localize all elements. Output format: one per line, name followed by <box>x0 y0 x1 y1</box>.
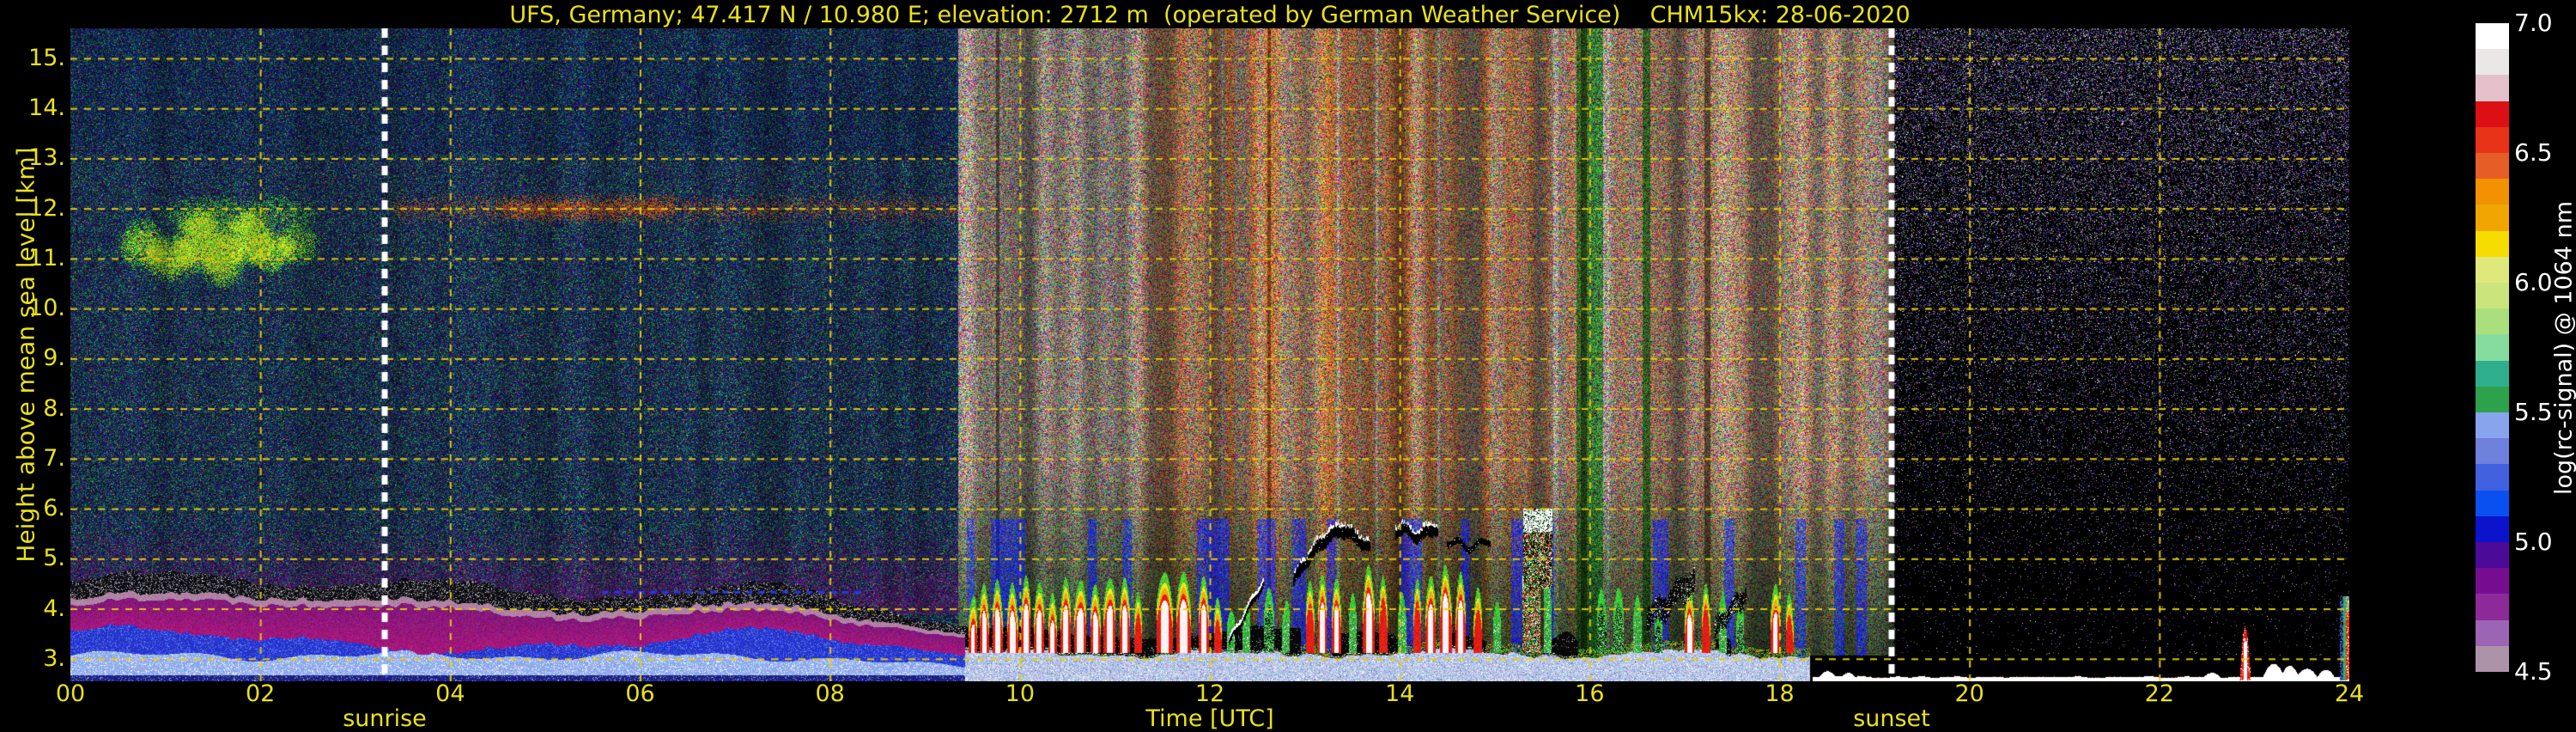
colorbar-block <box>2476 438 2509 464</box>
colorbar-block <box>2476 516 2509 542</box>
y-tick-label: 9. <box>0 345 65 371</box>
y-tick-label: 15. <box>0 46 65 71</box>
colorbar-block <box>2476 23 2509 49</box>
colorbar-block <box>2476 257 2509 283</box>
sunrise-label: sunrise <box>343 706 427 732</box>
colorbar-tick-label: 7.0 <box>2514 9 2553 38</box>
colorbar-tick-label: 5.5 <box>2514 398 2553 427</box>
colorbar-tick-label: 6.5 <box>2514 138 2553 168</box>
colorbar-block <box>2476 308 2509 334</box>
y-tick-label: 11. <box>0 246 65 271</box>
colorbar-block <box>2476 75 2509 101</box>
x-tick-label: 18 <box>1765 681 1794 707</box>
colorbar-block <box>2476 412 2509 438</box>
sunset-label: sunset <box>1853 706 1930 732</box>
x-tick-label: 12 <box>1195 681 1224 707</box>
colorbar-block <box>2476 542 2509 568</box>
x-tick-label: 00 <box>56 681 85 707</box>
colorbar-block <box>2476 179 2509 204</box>
colorbar-block <box>2476 646 2509 672</box>
colorbar-block <box>2476 594 2509 619</box>
y-tick-label: 7. <box>0 446 65 472</box>
colorbar-block <box>2476 491 2509 516</box>
y-tick-label: 6. <box>0 496 65 522</box>
colorbar-block <box>2476 283 2509 308</box>
y-tick-label: 4. <box>0 596 65 622</box>
colorbar <box>2476 23 2509 672</box>
colorbar-block <box>2476 127 2509 153</box>
page-title: UFS, Germany; 47.417 N / 10.980 E; eleva… <box>509 2 1910 28</box>
colorbar-block <box>2476 361 2509 387</box>
x-tick-label: 02 <box>246 681 275 707</box>
y-tick-label: 5. <box>0 546 65 571</box>
colorbar-tick-label: 4.5 <box>2514 657 2553 686</box>
x-tick-label: 22 <box>2145 681 2174 707</box>
x-tick-label: 16 <box>1575 681 1604 707</box>
y-tick-label: 13. <box>0 145 65 171</box>
colorbar-block <box>2476 231 2509 257</box>
ceilometer-heatmap-canvas <box>70 28 2349 681</box>
colorbar-block <box>2476 568 2509 594</box>
x-tick-label: 06 <box>625 681 654 707</box>
colorbar-block <box>2476 620 2509 646</box>
x-tick-label: 14 <box>1385 681 1414 707</box>
colorbar-block <box>2476 153 2509 179</box>
colorbar-tick-label: 5.0 <box>2514 528 2553 557</box>
y-tick-label: 14. <box>0 95 65 121</box>
x-tick-label: 20 <box>1954 681 1984 707</box>
x-tick-label: 04 <box>435 681 465 707</box>
y-tick-label: 8. <box>0 396 65 422</box>
colorbar-title: log(rc-signal) @ 1064 nm <box>2551 201 2576 495</box>
colorbar-block <box>2476 101 2509 127</box>
colorbar-block <box>2476 464 2509 490</box>
colorbar-block <box>2476 49 2509 75</box>
colorbar-block <box>2476 387 2509 412</box>
ceilometer-quicklook-page: { "title": "UFS, Germany; 47.417 N / 10.… <box>0 0 2576 730</box>
x-tick-label: 08 <box>815 681 844 707</box>
y-tick-label: 10. <box>0 296 65 321</box>
x-tick-label: 24 <box>2335 681 2364 707</box>
y-tick-label: 3. <box>0 646 65 672</box>
x-tick-label: 10 <box>1005 681 1035 707</box>
colorbar-block <box>2476 334 2509 360</box>
colorbar-tick-label: 6.0 <box>2514 268 2553 297</box>
y-tick-label: 12. <box>0 196 65 222</box>
x-axis-title: Time [UTC] <box>1145 706 1273 732</box>
colorbar-block <box>2476 204 2509 230</box>
